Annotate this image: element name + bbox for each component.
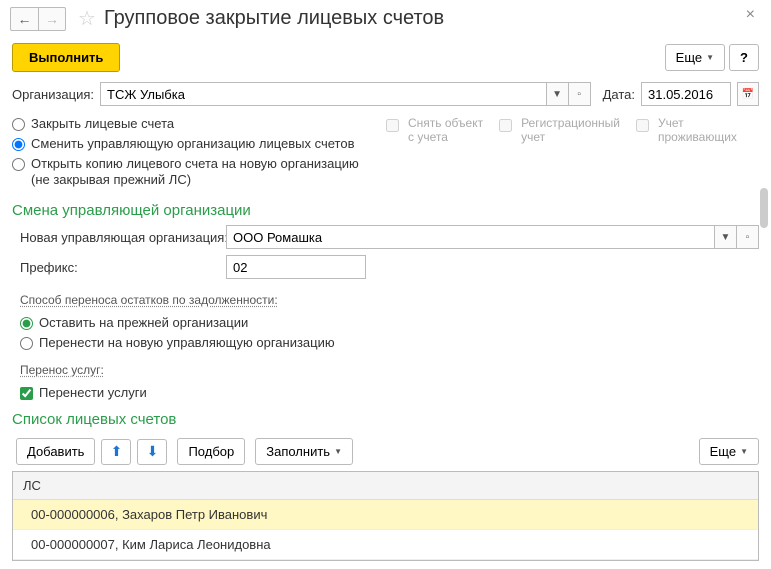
prefix-label: Префикс: <box>20 260 220 275</box>
check-remove-object-label: Снять объект с учета <box>408 116 483 144</box>
more-button[interactable]: Еще ▼ <box>665 44 725 71</box>
check-transfer-services[interactable] <box>20 387 33 400</box>
check-registration <box>499 119 512 132</box>
radio-balance-move[interactable] <box>20 337 33 350</box>
execute-button[interactable]: Выполнить <box>12 43 120 72</box>
calendar-icon: 📅 <box>742 89 754 100</box>
org-open-button[interactable]: ▫ <box>569 82 591 106</box>
section-change-title: Смена управляющей организации <box>12 202 759 219</box>
nav-back-button[interactable]: ← <box>10 7 38 31</box>
new-org-label: Новая управляющая организация: <box>20 230 220 245</box>
more-label: Еще <box>676 50 702 65</box>
arrow-right-icon: → <box>45 11 59 27</box>
accounts-table: ЛС 00-000000006, Захаров Петр Иванович 0… <box>12 471 759 561</box>
check-transfer-services-label: Перенести услуги <box>39 385 147 401</box>
arrow-left-icon: ← <box>18 11 32 27</box>
chevron-down-icon: ▼ <box>706 53 714 62</box>
new-org-dropdown-button[interactable]: ▼ <box>715 225 737 249</box>
check-living-label: Учет проживающих <box>658 116 737 144</box>
list-more-label: Еще <box>710 444 736 459</box>
radio-balance-keep-label: Оставить на прежней организации <box>39 315 248 331</box>
table-row[interactable]: 00-000000006, Захаров Петр Иванович <box>13 500 758 530</box>
services-transfer-label: Перенос услуг: <box>20 363 104 377</box>
close-icon[interactable]: × <box>746 6 755 24</box>
fill-button[interactable]: Заполнить ▼ <box>255 438 353 465</box>
move-up-button[interactable]: ⬆ <box>101 439 131 465</box>
date-input[interactable] <box>641 82 731 106</box>
pick-button[interactable]: Подбор <box>177 438 245 465</box>
chevron-down-icon: ▼ <box>740 447 748 456</box>
radio-copy-account-label: Открыть копию лицевого счета на новую ор… <box>31 156 359 188</box>
scrollbar[interactable] <box>760 188 768 228</box>
check-remove-object <box>386 119 399 132</box>
radio-close-accounts-label: Закрыть лицевые счета <box>31 116 174 132</box>
radio-balance-move-label: Перенести на новую управляющую организац… <box>39 335 335 351</box>
chevron-down-icon: ▼ <box>334 447 342 456</box>
favorite-star-icon[interactable]: ☆ <box>78 6 96 31</box>
radio-close-accounts[interactable] <box>12 118 25 131</box>
arrow-down-icon: ⬇ <box>147 443 159 460</box>
org-label: Организация: <box>12 87 94 102</box>
help-button[interactable]: ? <box>729 44 759 71</box>
check-registration-label: Регистрационный учет <box>521 116 620 144</box>
table-column-header[interactable]: ЛС <box>13 472 758 500</box>
table-row[interactable]: 00-000000007, Ким Лариса Леонидовна <box>13 530 758 560</box>
check-living <box>636 119 649 132</box>
move-down-button[interactable]: ⬇ <box>137 439 167 465</box>
add-button[interactable]: Добавить <box>16 438 95 465</box>
nav-forward-button[interactable]: → <box>38 7 66 31</box>
radio-change-org-label: Сменить управляющую организацию лицевых … <box>31 136 354 152</box>
organization-input[interactable] <box>100 82 547 106</box>
section-list-title: Список лицевых счетов <box>12 411 759 428</box>
prefix-input[interactable] <box>226 255 366 279</box>
new-org-input[interactable] <box>226 225 715 249</box>
page-title: Групповое закрытие лицевых счетов <box>104 7 444 30</box>
list-more-button[interactable]: Еще ▼ <box>699 438 759 465</box>
date-label: Дата: <box>603 87 635 102</box>
new-org-open-button[interactable]: ▫ <box>737 225 759 249</box>
radio-balance-keep[interactable] <box>20 317 33 330</box>
arrow-up-icon: ⬆ <box>111 443 123 460</box>
radio-copy-account[interactable] <box>12 158 25 171</box>
radio-change-org[interactable] <box>12 138 25 151</box>
balance-method-label: Способ переноса остатков по задолженност… <box>20 293 278 307</box>
calendar-button[interactable]: 📅 <box>737 82 759 106</box>
fill-label: Заполнить <box>266 444 330 459</box>
org-dropdown-button[interactable]: ▼ <box>547 82 569 106</box>
